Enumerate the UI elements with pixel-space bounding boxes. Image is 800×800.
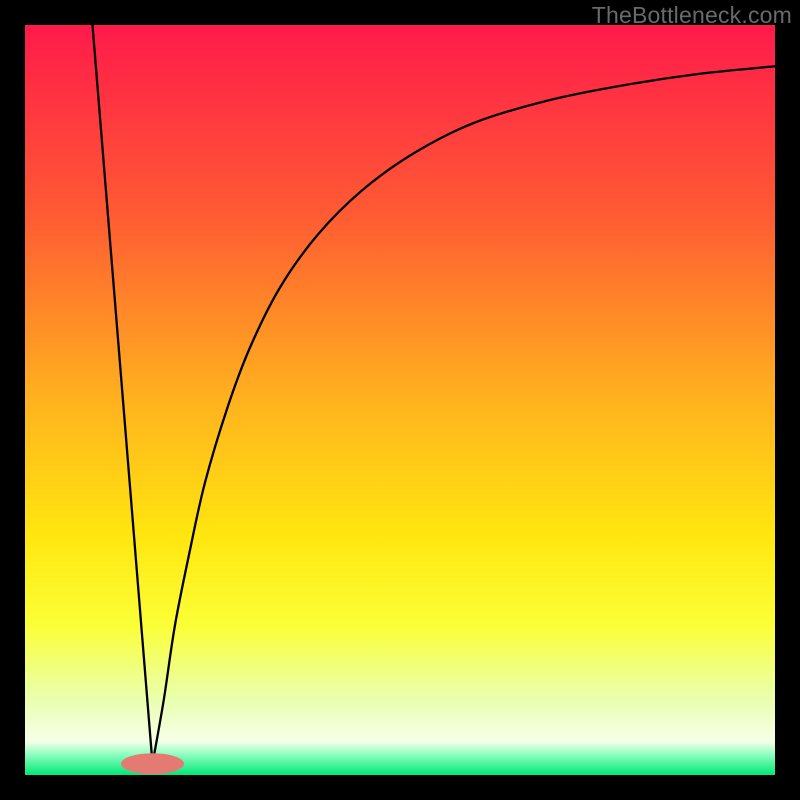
gradient-background [25,25,775,775]
minimum-marker [121,753,184,774]
plot-area [25,25,775,775]
marker-layer [121,753,184,774]
chart-svg [25,25,775,775]
chart-frame: TheBottleneck.com [0,0,800,800]
attribution-text: TheBottleneck.com [592,2,792,29]
